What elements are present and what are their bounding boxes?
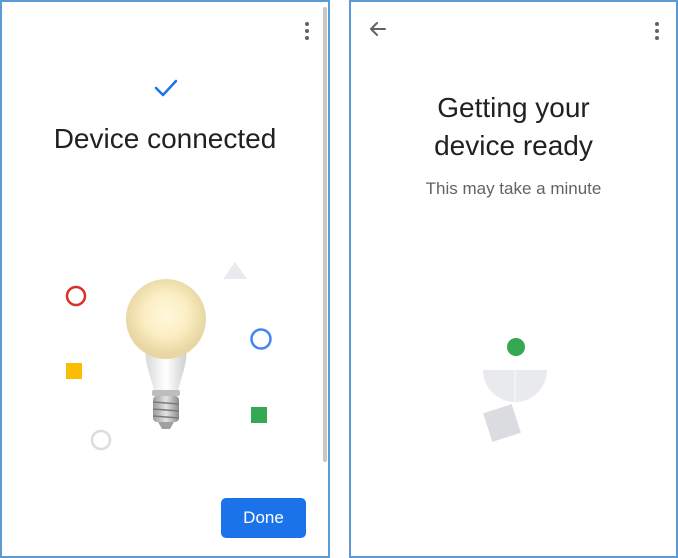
more-options-icon[interactable] xyxy=(655,22,659,40)
light-bulb xyxy=(126,279,206,429)
scrollbar[interactable] xyxy=(323,7,327,462)
getting-device-ready-screen: Getting your device ready This may take … xyxy=(349,0,678,558)
blue-circle-shape xyxy=(250,328,272,350)
gray-circle-shape xyxy=(90,429,112,451)
green-dot xyxy=(507,338,525,356)
back-arrow-icon[interactable] xyxy=(369,20,387,38)
light-bulb-illustration xyxy=(65,262,272,451)
done-button[interactable]: Done xyxy=(221,498,306,538)
page-title: Device connected xyxy=(53,123,277,154)
more-options-icon[interactable] xyxy=(305,22,309,40)
yellow-square-shape xyxy=(66,363,82,379)
red-circle-shape xyxy=(65,285,87,307)
page-title-line-1: Getting your xyxy=(437,92,590,123)
square-shape xyxy=(483,404,521,442)
page-title-line-2: device ready xyxy=(434,130,593,161)
checkmark-icon xyxy=(154,79,178,97)
device-connected-screen: Device connected Done xyxy=(0,0,330,558)
green-square-shape xyxy=(251,407,267,423)
loading-animation xyxy=(483,338,547,442)
page-subtitle: This may take a minute xyxy=(425,179,602,198)
gray-triangle-shape xyxy=(223,262,247,279)
